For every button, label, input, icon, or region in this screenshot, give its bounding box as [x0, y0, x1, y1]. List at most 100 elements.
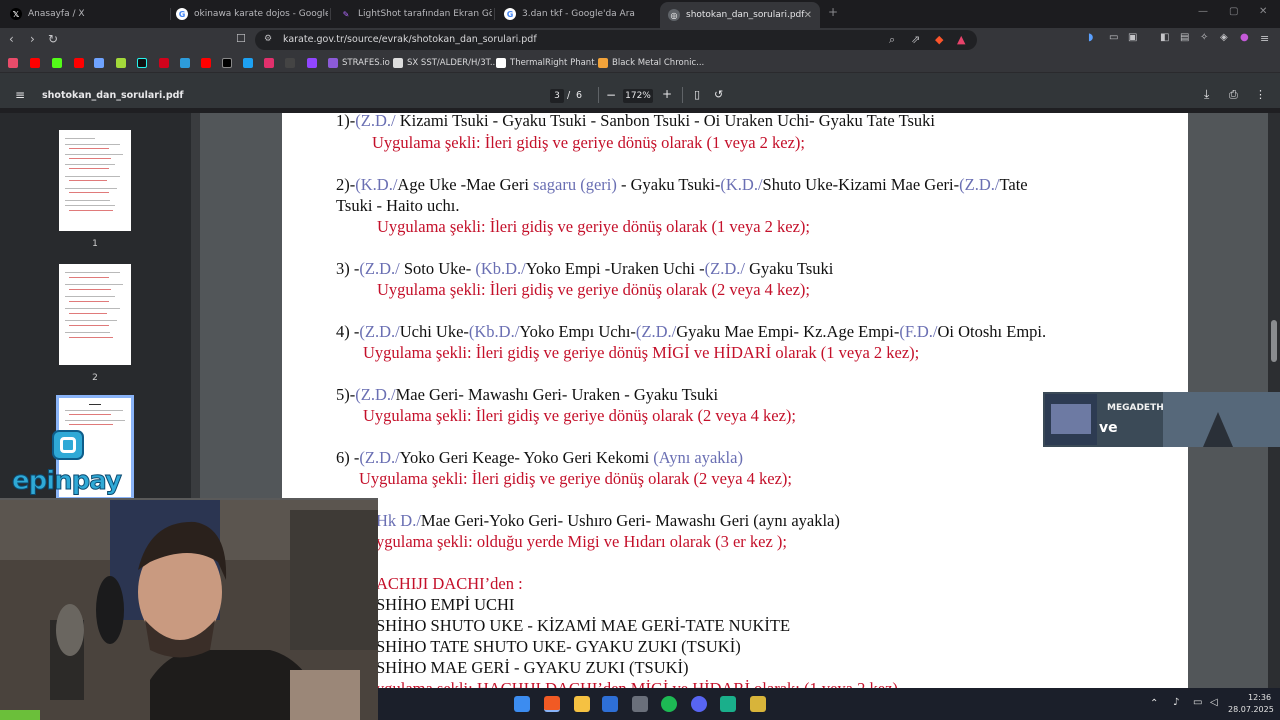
- toolbar-spacer: [0, 73, 1280, 84]
- document-line: Uygulama şekli: İleri gidiş ve geriye dö…: [377, 280, 810, 300]
- zoom-in-button[interactable]: +: [662, 87, 672, 101]
- tab-pdf-active[interactable]: ◎ shotokan_dan_sorulari.pdf ✕: [660, 2, 820, 28]
- youtube-icon[interactable]: [30, 57, 40, 69]
- track-title: ve: [1099, 420, 1118, 436]
- page-number-input[interactable]: 3: [550, 89, 564, 103]
- instagram-icon[interactable]: [264, 57, 274, 69]
- more-options-icon[interactable]: ⋮: [1255, 88, 1266, 101]
- download-icon[interactable]: ⤓: [1204, 87, 1209, 102]
- sidebar-scrollbar[interactable]: [191, 113, 200, 500]
- close-window-button[interactable]: ✕: [1259, 6, 1267, 17]
- tab-lightshot[interactable]: ✎ LightShot tarafından Ekran Görüntü...: [332, 3, 492, 25]
- new-tab-button[interactable]: +: [828, 5, 838, 19]
- speedreader-icon[interactable]: ◗: [1088, 32, 1093, 43]
- page-thumbnail-2[interactable]: [59, 264, 131, 365]
- document-line: SHİHO TATE SHUTO UKE- GYAKU ZUKI (TSUKİ): [376, 637, 741, 657]
- bookmark-sx-sst[interactable]: SX SST/ALDER/H/3T...: [393, 57, 498, 69]
- document-line: SHİHO SHUTO UKE - KİZAMİ MAE GERİ-TATE N…: [376, 616, 790, 636]
- stance-abbreviation: (Z.D./: [704, 259, 745, 278]
- brave-rewards-icon[interactable]: ▲: [957, 33, 965, 46]
- x-logo-icon[interactable]: [222, 57, 232, 69]
- print-icon[interactable]: ⎙: [1229, 88, 1238, 102]
- vpn-icon[interactable]: ◈: [1220, 32, 1228, 43]
- stance-abbreviation: (Z.D./: [359, 259, 400, 278]
- zoom-icon[interactable]: ⌕: [889, 33, 895, 47]
- bookmark-icon-item[interactable]: [285, 57, 295, 69]
- fit-page-icon[interactable]: ▯: [694, 88, 700, 101]
- page-icon: [496, 58, 506, 68]
- kick-icon[interactable]: [52, 57, 62, 69]
- bookmark-icon-item[interactable]: [8, 57, 18, 69]
- start-icon[interactable]: [514, 696, 530, 712]
- instruction-text: Uygulama şekli: İleri gidiş ve geriye dö…: [377, 217, 810, 236]
- volume-icon[interactable]: ◁: [1210, 697, 1218, 708]
- tab-twitter[interactable]: 𝕏 Anasayfa / X: [2, 3, 168, 25]
- site-info-icon[interactable]: ⚙: [264, 34, 272, 44]
- clock-date: 28.07.2025: [1228, 705, 1274, 714]
- chevron-up-icon[interactable]: ⌃: [1150, 698, 1158, 709]
- bookmark-black-metal[interactable]: Black Metal Chronic...: [598, 57, 704, 69]
- webcam-overlay: [0, 498, 378, 720]
- cast-icon[interactable]: ▭: [1109, 32, 1118, 43]
- messenger-app-icon[interactable]: [720, 696, 736, 712]
- clock-time: 12:36: [1248, 693, 1272, 702]
- technique-text: Soto Uke-: [399, 259, 476, 278]
- file-explorer-icon[interactable]: [574, 696, 590, 712]
- youtube-icon[interactable]: [201, 57, 211, 69]
- technique-text: 5)-: [336, 385, 356, 404]
- microphone-icon[interactable]: ♪: [1173, 697, 1179, 708]
- screenshot-icon[interactable]: ▣: [1128, 32, 1137, 43]
- network-icon[interactable]: ▭: [1193, 697, 1202, 708]
- bookmark-icon-item[interactable]: [180, 57, 190, 69]
- youtube-icon[interactable]: [74, 57, 84, 69]
- brave-browser-icon[interactable]: [544, 696, 560, 712]
- menu-icon[interactable]: ≡: [15, 88, 25, 102]
- tab-google-3dan[interactable]: G 3.dan tkf - Google'da Ara: [496, 3, 656, 25]
- back-arrow-icon[interactable]: ‹: [9, 32, 14, 46]
- page-thumbnail-1[interactable]: [59, 130, 131, 231]
- bookmark-icon-item[interactable]: [243, 57, 253, 69]
- discord-icon[interactable]: [691, 696, 707, 712]
- sidebar-toggle-icon[interactable]: ◧: [1160, 32, 1169, 43]
- bookmark-icon-item[interactable]: [116, 57, 126, 69]
- share-icon[interactable]: ⇗: [911, 33, 920, 46]
- technique-text: Tate: [999, 175, 1028, 194]
- technique-text: SHİHO MAE GERİ - GYAKU ZUKI (TSUKİ): [376, 658, 689, 677]
- bookmark-icon-item[interactable]: [159, 57, 169, 69]
- url-text: karate.gov.tr/source/evrak/shotokan_dan_…: [283, 34, 537, 45]
- lightshot-icon: ✎: [342, 9, 350, 19]
- document-line: Uygulama şekli: İleri gidiş ve geriye dö…: [372, 133, 805, 153]
- bookmark-icon-item[interactable]: [94, 57, 104, 69]
- document-line: Uygulama şekli: İleri gidiş ve geriye dö…: [359, 469, 792, 489]
- webcam-feed: [0, 500, 378, 720]
- leo-ai-icon[interactable]: ●: [1240, 32, 1249, 43]
- tab-title: LightShot tarafından Ekran Görüntü...: [358, 9, 492, 19]
- brave-shield-icon[interactable]: ◆: [935, 33, 943, 46]
- minimize-button[interactable]: —: [1198, 6, 1208, 17]
- scrollbar-thumb[interactable]: [1271, 320, 1277, 362]
- photos-icon[interactable]: [602, 696, 618, 712]
- zoom-input[interactable]: 172%: [623, 89, 653, 103]
- rotate-icon[interactable]: ↺: [714, 88, 723, 101]
- address-bar[interactable]: ⚙ karate.gov.tr/source/evrak/shotokan_da…: [255, 30, 977, 50]
- maximize-button[interactable]: ▢: [1229, 6, 1238, 17]
- tiktok-icon[interactable]: [137, 57, 147, 69]
- bookmark-thermalright[interactable]: ThermalRight Phant...: [496, 57, 603, 69]
- bookmark-strafes[interactable]: STRAFES.io: [328, 57, 390, 69]
- forward-arrow-icon[interactable]: ›: [30, 32, 35, 46]
- wallet-icon[interactable]: ▤: [1180, 32, 1189, 43]
- bookmark-icon[interactable]: ☐: [236, 32, 246, 45]
- steam-icon[interactable]: [632, 696, 648, 712]
- stance-abbreviation: (Z.D./: [355, 113, 396, 130]
- reload-icon[interactable]: ↻: [48, 32, 58, 46]
- technique-text: Age Uke -Mae Geri: [397, 175, 534, 194]
- zoom-out-button[interactable]: −: [606, 88, 616, 102]
- tab-google-okinawa[interactable]: G okinawa karate dojos - Google'da Ar...: [168, 3, 328, 25]
- app-icon[interactable]: [750, 696, 766, 712]
- close-tab-icon[interactable]: ✕: [804, 10, 812, 21]
- twitch-icon[interactable]: [307, 57, 317, 69]
- extensions-icon[interactable]: ✧: [1200, 32, 1208, 43]
- spotify-icon[interactable]: [661, 696, 677, 712]
- document-line: Hk D./Mae Geri-Yoko Geri- Ushıro Geri- M…: [376, 511, 840, 531]
- menu-icon[interactable]: ≡: [1260, 32, 1269, 45]
